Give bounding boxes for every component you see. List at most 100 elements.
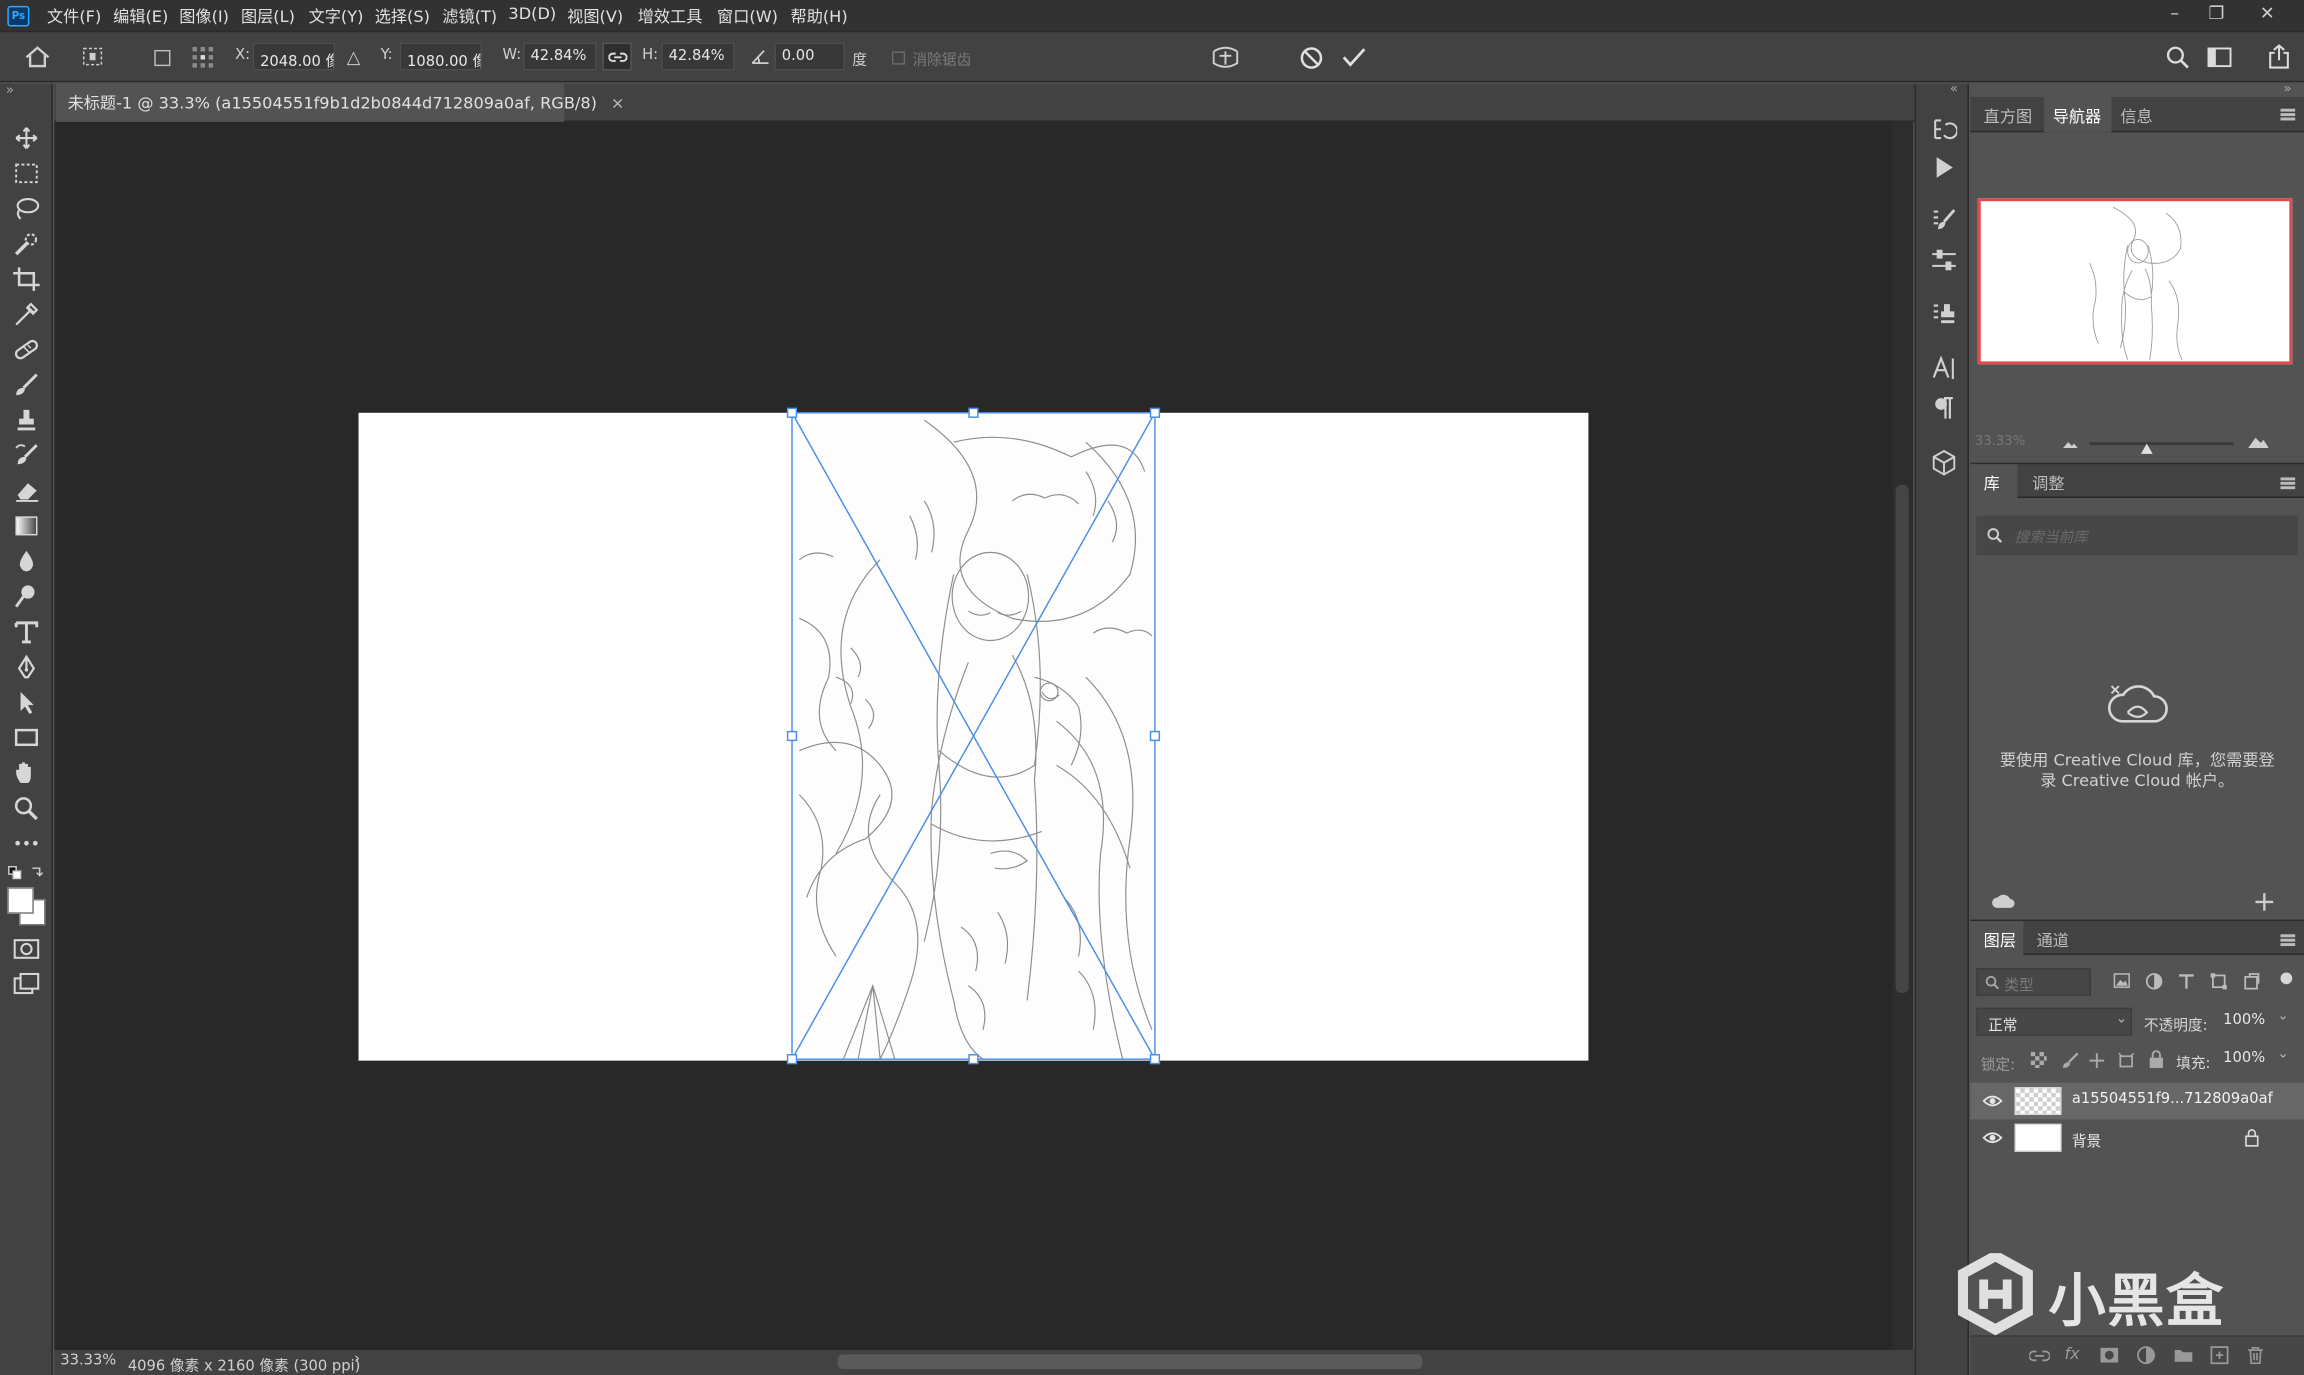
warp-mode-icon[interactable] [1211, 44, 1240, 70]
menu-3d[interactable]: 3D(D) [508, 4, 556, 23]
relative-position-icon[interactable]: △ [347, 46, 361, 70]
hand-tool-icon[interactable] [12, 759, 41, 785]
new-layer-icon[interactable] [2210, 1346, 2229, 1365]
paragraph-panel-icon[interactable] [1932, 395, 1956, 421]
navigator-zoom-slider[interactable] [2089, 442, 2234, 446]
rectangle-tool-icon[interactable] [12, 724, 41, 750]
tab-navigator[interactable]: 导航器 [2053, 104, 2101, 128]
tab-libraries[interactable]: 库 [1984, 472, 2000, 496]
lock-image-pixels-icon[interactable] [2062, 1052, 2080, 1070]
filter-toggle-icon[interactable] [2280, 972, 2293, 985]
tab-layers[interactable]: 图层 [1984, 928, 2016, 952]
navigator-zoom-value[interactable]: 33.33% [1975, 435, 2025, 450]
cloud-sync-icon[interactable] [1991, 892, 2015, 910]
vertical-scroll-thumb[interactable] [1895, 484, 1909, 994]
type-tool-icon[interactable] [12, 618, 41, 644]
width-field[interactable]: 42.84% [523, 42, 597, 71]
tab-info[interactable]: 信息 [2120, 104, 2152, 128]
close-document-icon[interactable]: × [611, 94, 625, 113]
filter-shape-layers-icon[interactable] [2210, 972, 2228, 990]
zoom-tool-icon[interactable] [12, 795, 41, 821]
commit-transform-icon[interactable] [1342, 47, 1367, 68]
filter-smart-objects-icon[interactable] [2242, 972, 2260, 990]
healing-brush-icon[interactable] [12, 336, 41, 362]
zoom-in-mountain-icon[interactable] [2247, 433, 2271, 449]
rectangular-marquee-icon[interactable] [12, 160, 41, 186]
layer-visibility-eye-icon[interactable] [1982, 1131, 2003, 1144]
reference-point-grid-icon[interactable] [191, 46, 215, 70]
menu-image[interactable]: 图像(I) [179, 4, 229, 28]
menu-layer[interactable]: 图层(L) [241, 4, 295, 28]
library-search-box[interactable]: 搜索当前库 [1976, 515, 2299, 556]
restore-button[interactable]: ❐ [2208, 3, 2224, 24]
brush-tool-icon[interactable] [12, 372, 41, 398]
pen-tool-icon[interactable] [12, 654, 41, 680]
filter-adjustment-layers-icon[interactable] [2145, 972, 2163, 990]
minimize-button[interactable]: – [2170, 3, 2179, 24]
dodge-tool-icon[interactable] [12, 583, 41, 609]
blur-tool-icon[interactable] [12, 548, 41, 574]
reference-point-checkbox[interactable] [154, 49, 171, 67]
navigator-panel-menu-icon[interactable] [2280, 108, 2296, 121]
close-window-button[interactable]: ✕ [2260, 3, 2275, 24]
menu-edit[interactable]: 编辑(E) [113, 4, 168, 28]
menu-view[interactable]: 视图(V) [567, 4, 623, 28]
foreground-color-swatch[interactable] [7, 887, 34, 914]
menu-window[interactable]: 窗口(W) [717, 4, 778, 28]
move-tool-icon[interactable] [12, 125, 41, 151]
menu-file[interactable]: 文件(F) [47, 4, 101, 28]
adjustments-sliders-icon[interactable] [1931, 247, 1957, 273]
history-panel-icon[interactable] [1931, 116, 1958, 142]
delete-layer-trash-icon[interactable] [2247, 1346, 2265, 1365]
path-selection-icon[interactable] [12, 689, 41, 715]
layer-row-background[interactable]: 背景 [1970, 1119, 2304, 1156]
navigator-preview[interactable] [1977, 198, 2293, 365]
share-icon[interactable] [2267, 44, 2291, 69]
blend-mode-dropdown[interactable]: 正常 ⌄ [1976, 1007, 2133, 1036]
fill-dropdown-icon[interactable]: ⌄ [2278, 1047, 2289, 1062]
filter-type-layers-icon[interactable] [2178, 972, 2196, 990]
filter-pixel-layers-icon[interactable] [2113, 972, 2131, 988]
tab-adjustments[interactable]: 调整 [2032, 472, 2064, 496]
layer-visibility-eye-icon[interactable] [1982, 1094, 2003, 1107]
menu-plugins[interactable]: 增效工具 [638, 4, 703, 28]
more-tools-icon[interactable] [12, 830, 41, 856]
layer-name[interactable]: 背景 [2072, 1128, 2101, 1150]
lasso-tool-icon[interactable] [12, 195, 41, 221]
add-library-icon[interactable] [2254, 892, 2275, 913]
fill-value[interactable]: 100% [2223, 1050, 2265, 1066]
history-brush-icon[interactable] [12, 442, 41, 468]
eraser-tool-icon[interactable] [12, 477, 41, 503]
rotation-field[interactable]: 0.00 [774, 42, 845, 71]
new-adjustment-layer-icon[interactable] [2136, 1346, 2156, 1365]
tab-channels[interactable]: 通道 [2037, 928, 2069, 952]
layers-panel-menu-icon[interactable] [2280, 934, 2296, 947]
layer-row-artwork[interactable]: a15504551f9...712809a0af [1970, 1082, 2304, 1120]
actions-play-icon[interactable] [1934, 156, 1955, 180]
lock-transparent-pixels-icon[interactable] [2030, 1051, 2047, 1068]
transform-tool-preset-icon[interactable] [81, 46, 105, 68]
menu-filter[interactable]: 滤镜(T) [442, 4, 497, 28]
default-swap-colors-icon[interactable] [7, 864, 45, 882]
opacity-value[interactable]: 100% [2223, 1012, 2265, 1028]
3d-panel-icon[interactable] [1931, 449, 1957, 476]
document-tab[interactable]: 未标题-1 @ 33.3% (a15504551f9b1d2b0844d7128… [55, 83, 624, 122]
menu-help[interactable]: 帮助(H) [791, 4, 848, 28]
character-panel-icon[interactable] [1931, 355, 1957, 382]
link-proportions-toggle[interactable] [602, 42, 632, 71]
workspace-icon[interactable] [2207, 47, 2232, 68]
home-icon[interactable] [25, 46, 50, 68]
horizontal-scroll-thumb[interactable] [837, 1354, 1423, 1370]
link-layers-icon[interactable] [2029, 1349, 2050, 1364]
add-mask-icon[interactable] [2100, 1347, 2119, 1363]
clone-source-icon[interactable] [1931, 301, 1957, 327]
status-zoom[interactable]: 33.33% [60, 1353, 116, 1369]
clone-stamp-icon[interactable] [12, 407, 41, 433]
height-field[interactable]: 42.84% [661, 42, 735, 71]
navigator-zoom-thumb[interactable] [2140, 443, 2153, 454]
lock-all-icon[interactable] [2148, 1050, 2164, 1069]
eyedropper-icon[interactable] [12, 301, 41, 327]
new-group-folder-icon[interactable] [2173, 1347, 2194, 1363]
search-icon[interactable] [2166, 46, 2190, 70]
panels-collapse-icon[interactable]: » [2283, 82, 2291, 97]
